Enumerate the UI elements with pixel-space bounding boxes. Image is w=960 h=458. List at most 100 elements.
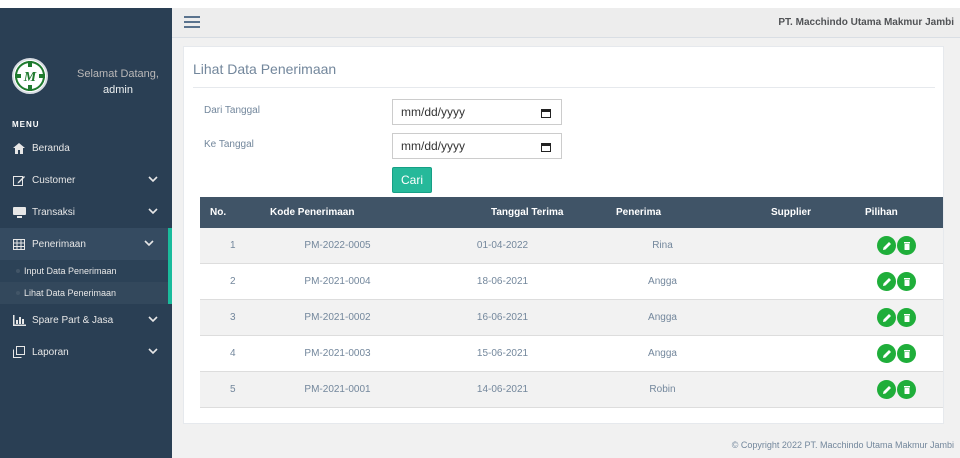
table-icon [12, 238, 26, 250]
cell-kode: PM-2022-0005 [304, 240, 371, 251]
edit-icon [12, 174, 26, 186]
cell-no: 4 [230, 348, 236, 359]
sidebar-item-label: Customer [32, 174, 76, 186]
username: admin [103, 84, 133, 96]
sidebar-item-beranda[interactable]: Beranda [0, 132, 172, 164]
top-navbar: PT. Macchindo Utama Makmur Jambi [172, 8, 960, 38]
cell-actions [827, 380, 943, 399]
desktop-icon [12, 206, 26, 218]
table-row: 5 PM-2021-0001 14-06-2021 Robin [200, 372, 943, 408]
submenu-item-lihat-penerimaan[interactable]: Lihat Data Penerimaan [0, 282, 168, 304]
from-date-input[interactable]: mm/dd/yyyy [392, 99, 562, 125]
chevron-down-icon [144, 240, 154, 247]
trash-icon [903, 385, 910, 394]
cell-actions [827, 272, 943, 291]
delete-button[interactable] [897, 344, 916, 363]
cell-no: 3 [230, 312, 236, 323]
cell-actions [827, 344, 943, 363]
sidebar-item-customer[interactable]: Customer [0, 164, 172, 196]
menu-title: MENU [12, 120, 40, 129]
edit-button[interactable] [877, 380, 896, 399]
cell-tanggal: 14-06-2021 [476, 384, 529, 395]
sidebar-item-label: Penerimaan [32, 238, 86, 250]
top-strip [0, 0, 960, 8]
cell-tanggal: 01-04-2022 [476, 240, 529, 251]
cell-kode: PM-2021-0001 [304, 384, 371, 395]
chevron-down-icon [148, 316, 158, 323]
cell-actions [827, 236, 943, 255]
trash-icon [903, 349, 910, 358]
trash-icon [903, 313, 910, 322]
clone-icon [12, 346, 26, 358]
table-row: 1 PM-2022-0005 01-04-2022 Rina [200, 228, 943, 264]
column-header-pilihan: Pilihan [865, 207, 898, 218]
cell-penerima: Angga [648, 348, 677, 359]
cell-penerima: Angga [648, 312, 677, 323]
trash-icon [903, 277, 910, 286]
cell-tanggal: 18-06-2021 [476, 276, 529, 287]
to-date-label: Ke Tanggal [204, 139, 254, 150]
sidebar-item-label: Spare Part & Jasa [32, 314, 114, 326]
column-header-penerima: Penerima [616, 207, 662, 218]
delete-button[interactable] [897, 272, 916, 291]
home-icon [12, 142, 26, 154]
from-date-label: Dari Tanggal [204, 105, 260, 116]
cell-tanggal: 16-06-2021 [476, 312, 529, 323]
trash-icon [903, 241, 910, 250]
date-input-value: mm/dd/yyyy [401, 139, 466, 153]
chevron-down-icon [148, 348, 158, 355]
sidebar-item-transaksi[interactable]: Transaksi [0, 196, 172, 228]
search-button[interactable]: Cari [392, 167, 432, 193]
cell-actions [827, 308, 943, 327]
cell-kode: PM-2021-0003 [304, 348, 371, 359]
submenu-item-input-penerimaan[interactable]: Input Data Penerimaan [0, 260, 168, 282]
cell-no: 5 [230, 384, 236, 395]
table-row: 2 PM-2021-0004 18-06-2021 Angga [200, 264, 943, 300]
column-header-kode: Kode Penerimaan [270, 207, 355, 218]
delete-button[interactable] [897, 380, 916, 399]
cell-no: 1 [230, 240, 236, 251]
chevron-down-icon [148, 176, 158, 183]
pencil-icon [882, 385, 891, 394]
cell-kode: PM-2021-0004 [304, 276, 371, 287]
date-input-value: mm/dd/yyyy [401, 105, 466, 119]
delete-button[interactable] [897, 236, 916, 255]
cell-kode: PM-2021-0002 [304, 312, 371, 323]
sidebar-item-label: Laporan [32, 346, 69, 358]
cell-tanggal: 15-06-2021 [476, 348, 529, 359]
cell-penerima: Rina [652, 240, 673, 251]
calendar-icon[interactable] [541, 142, 551, 152]
edit-button[interactable] [877, 272, 896, 291]
profile: M Selamat Datang, admin [0, 52, 172, 112]
sidebar-header [0, 8, 172, 46]
pencil-icon [882, 241, 891, 250]
divider [193, 87, 935, 88]
table-row: 4 PM-2021-0003 15-06-2021 Angga [200, 336, 943, 372]
company-dropdown[interactable]: PT. Macchindo Utama Makmur Jambi [778, 17, 954, 28]
delete-button[interactable] [897, 308, 916, 327]
edit-button[interactable] [877, 308, 896, 327]
company-logo-avatar: M [12, 58, 48, 94]
menu-toggle-icon[interactable] [184, 16, 200, 30]
calendar-icon[interactable] [541, 108, 551, 118]
table-header: No. Kode Penerimaan Tanggal Terima Pener… [200, 197, 943, 228]
footer-copyright: © Copyright 2022 PT. Macchindo Utama Mak… [731, 440, 954, 450]
edit-button[interactable] [877, 236, 896, 255]
to-date-input[interactable]: mm/dd/yyyy [392, 133, 562, 159]
content-panel: Lihat Data Penerimaan Dari Tanggal mm/dd… [183, 46, 944, 424]
bar-chart-icon [12, 314, 26, 326]
column-header-no: No. [210, 207, 227, 218]
sidebar-item-label: Transaksi [32, 206, 75, 218]
sidebar-item-label: Beranda [32, 142, 70, 154]
sidebar-item-laporan[interactable]: Laporan [0, 336, 172, 368]
cell-penerima: Angga [648, 276, 677, 287]
edit-button[interactable] [877, 344, 896, 363]
receipts-table: No. Kode Penerimaan Tanggal Terima Pener… [200, 197, 943, 408]
welcome-text: Selamat Datang, [77, 68, 159, 80]
sidebar-item-spare-part[interactable]: Spare Part & Jasa [0, 304, 172, 336]
column-header-supplier: Supplier [771, 207, 812, 218]
pencil-icon [882, 277, 891, 286]
sidebar-nav: Beranda Customer Transaksi Penerimaan In… [0, 132, 172, 368]
sidebar-item-penerimaan[interactable]: Penerimaan [0, 228, 172, 260]
column-header-tanggal: Tanggal Terima [491, 207, 564, 218]
